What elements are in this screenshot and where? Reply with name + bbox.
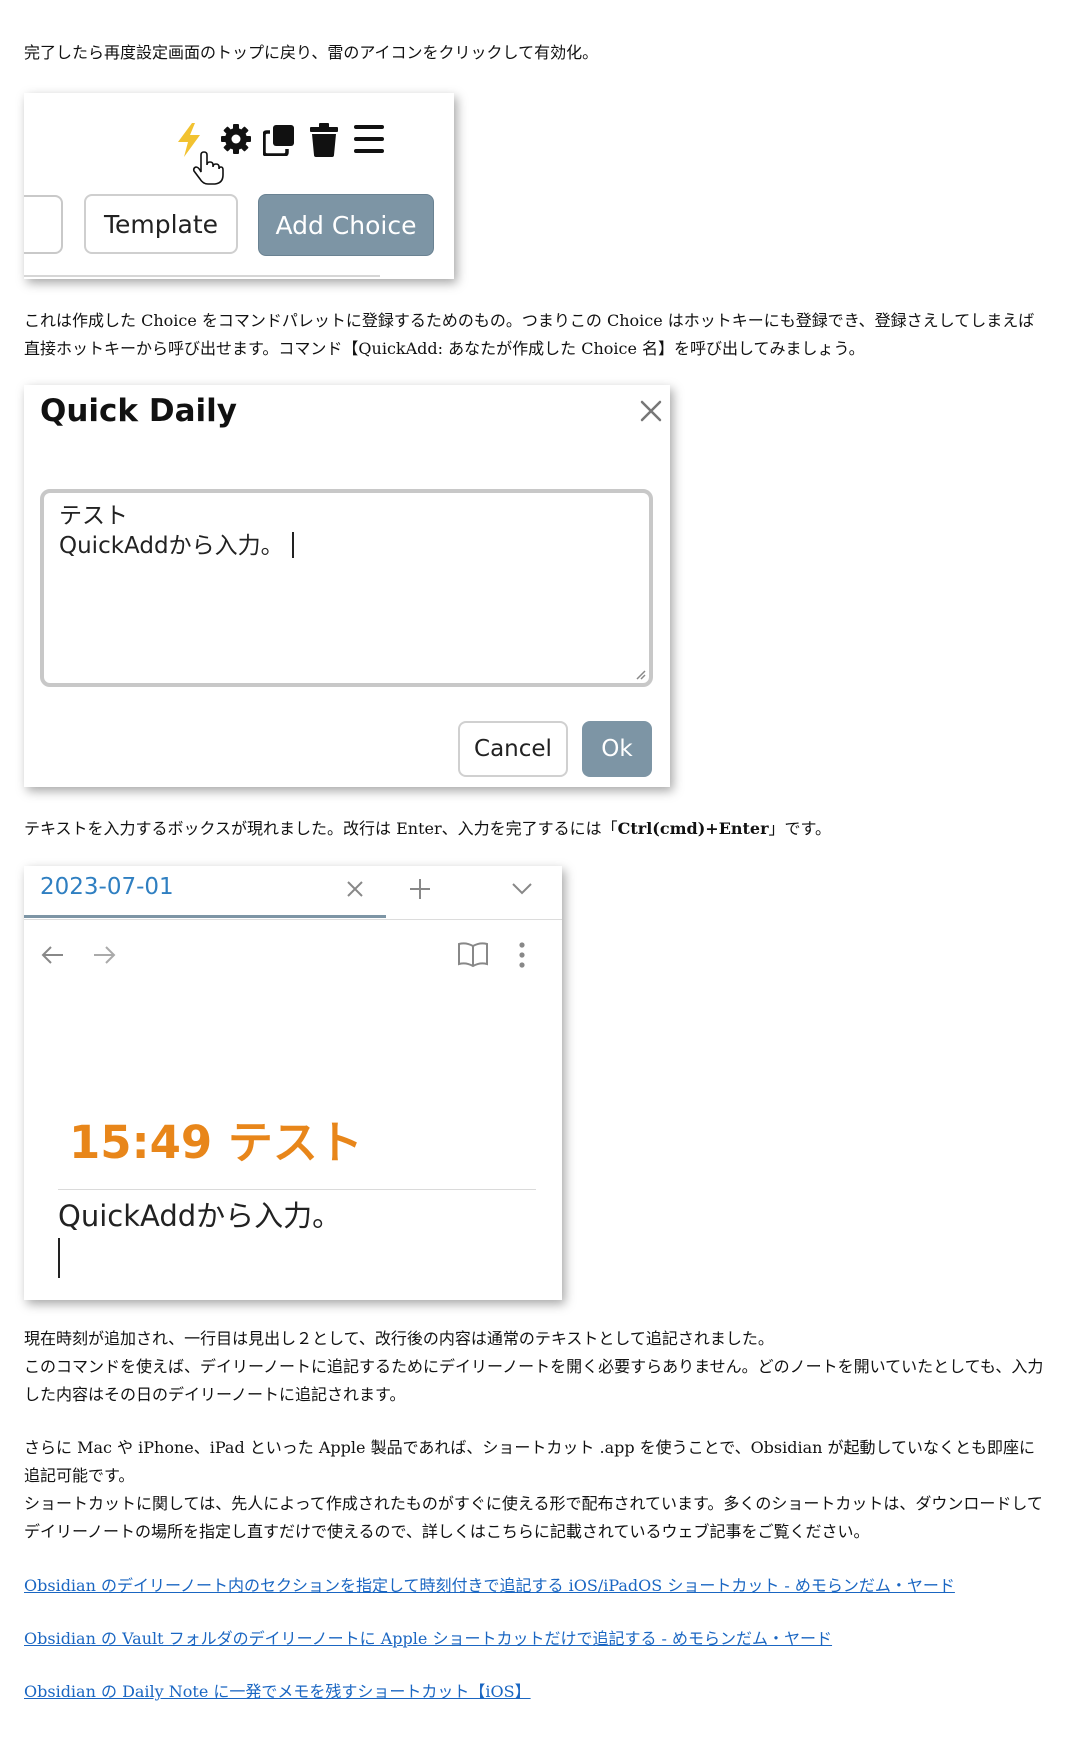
partial-button[interactable] (24, 195, 63, 254)
paragraph-text: テキストを入力するボックスが現れました。改行は Enter、入力を完了するには「 (24, 819, 618, 838)
paragraph: さらに Mac や iPhone、iPad といった Apple 製品であれば、… (24, 1438, 1036, 1485)
cancel-button[interactable]: Cancel (458, 721, 568, 777)
chevron-down-icon[interactable] (512, 883, 532, 895)
ok-button[interactable]: Ok (582, 721, 652, 777)
screenshot-quick-daily-modal: Quick Daily テスト QuickAddから入力。 Cancel Ok (24, 385, 670, 787)
trash-icon (310, 123, 338, 157)
gear-icon (221, 124, 251, 154)
screenshot-daily-note: 2023-07-01 15:49 テスト QuickAddから入力。 (24, 866, 562, 1300)
divider (24, 275, 380, 277)
forward-arrow-icon[interactable] (92, 945, 116, 965)
tab-bar-divider (24, 919, 562, 920)
hand-cursor-icon (192, 151, 224, 185)
paragraph: 完了したら再度設定画面のトップに戻り、雷のアイコンをクリックして有効化。 (24, 43, 599, 62)
paragraph: テキストを入力するボックスが現れました。改行は Enter、入力を完了するには「… (24, 815, 1048, 843)
text-line: テスト (59, 503, 128, 529)
tab-active-underline (24, 915, 386, 918)
more-options-icon[interactable] (518, 942, 526, 968)
back-arrow-icon[interactable] (41, 945, 65, 965)
text-line: QuickAddから入力。 (59, 531, 294, 561)
resize-handle-icon[interactable] (634, 668, 646, 680)
duplicate-icon (263, 125, 294, 156)
tab-daily-note[interactable]: 2023-07-01 (24, 866, 386, 918)
add-choice-button[interactable]: Add Choice (258, 194, 434, 256)
shortcut-text: Ctrl(cmd)+Enter (617, 819, 769, 838)
paragraph-text: 」です。 (768, 819, 831, 838)
tab-close-icon[interactable] (346, 880, 364, 898)
article-link[interactable]: Obsidian の Daily Note に一発でメモを残すショートカット【i… (24, 1680, 531, 1704)
note-heading: 15:49 テスト (69, 1116, 363, 1169)
article-link[interactable]: Obsidian の Vault フォルダのデイリーノートに Apple ショー… (24, 1627, 832, 1651)
reading-view-icon[interactable] (458, 942, 488, 968)
paragraph: このコマンドを使えば、デイリーノートに追記するためにデイリーノートを開く必要すら… (24, 1357, 1044, 1404)
close-icon[interactable] (640, 400, 662, 422)
template-button[interactable]: Template (84, 194, 238, 254)
heading-rule (58, 1189, 536, 1190)
paragraph: 現在時刻が追加され、一行目は見出し２として、改行後の内容は通常のテキストとして追… (24, 1329, 774, 1348)
new-tab-icon[interactable] (409, 878, 431, 900)
editor-cursor (58, 1238, 60, 1278)
article-link[interactable]: Obsidian のデイリーノート内のセクションを指定して時刻付きで追記する i… (24, 1574, 955, 1598)
paragraph: これは作成した Choice をコマンドパレットに登録するためのもの。つまりこの… (24, 311, 1035, 358)
paragraph: ショートカットに関しては、先人によって作成されたものがすぐに使える形で配布されて… (24, 1494, 1043, 1541)
note-body-text: QuickAddから入力。 (58, 1199, 342, 1233)
text-area[interactable]: テスト QuickAddから入力。 (40, 489, 653, 687)
screenshot-choice-toolbar: Template Add Choice (24, 93, 454, 279)
article-content: 完了したら再度設定画面のトップに戻り、雷のアイコンをクリックして有効化。 Tem… (0, 0, 1066, 1758)
menu-icon (354, 125, 384, 153)
modal-title: Quick Daily (40, 393, 237, 429)
tab-title: 2023-07-01 (40, 874, 174, 900)
text-line-content: QuickAddから入力。 (59, 533, 284, 559)
text-cursor (291, 532, 294, 558)
